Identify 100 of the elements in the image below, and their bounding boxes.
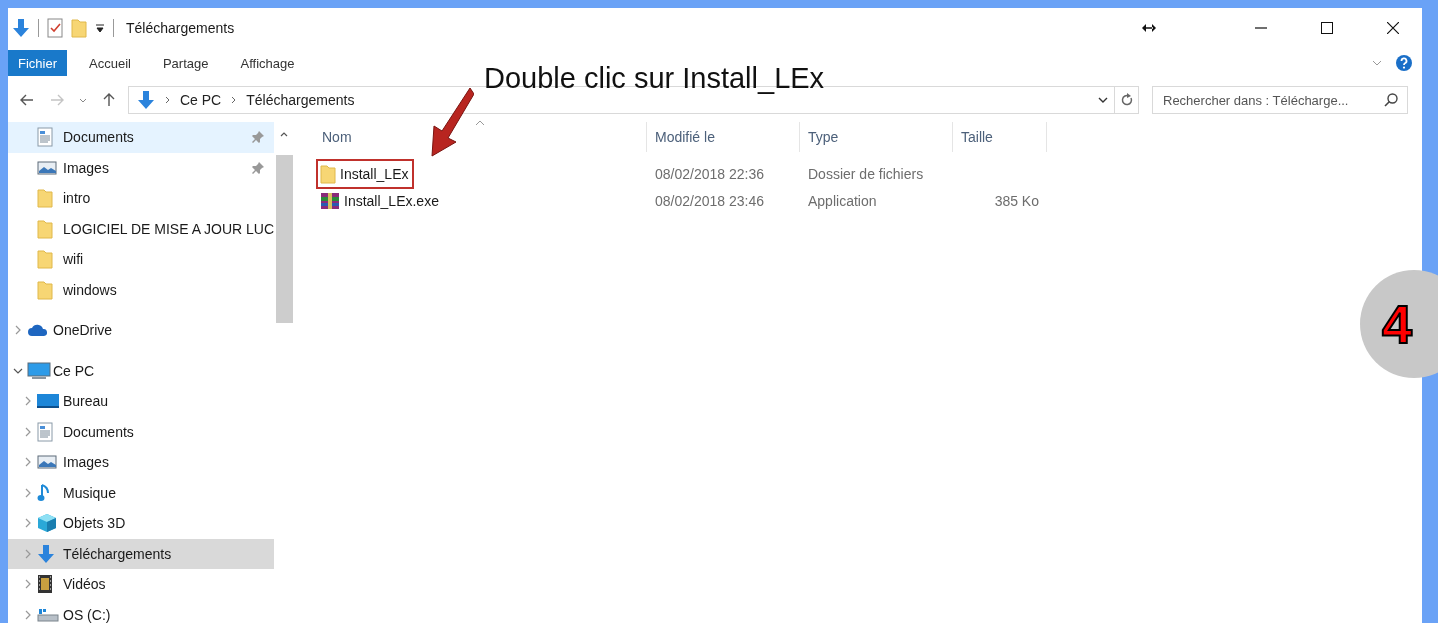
file-size: 385 Ko xyxy=(993,192,1040,209)
scrollbar-thumb[interactable] xyxy=(275,155,293,323)
folder-icon[interactable] xyxy=(71,18,87,38)
close-icon xyxy=(1387,22,1399,34)
back-arrow-icon xyxy=(20,94,34,106)
column-header[interactable]: Modifié le xyxy=(647,122,800,152)
document-icon xyxy=(37,127,53,148)
nav-item-label: Images xyxy=(63,454,109,471)
ribbon-tab[interactable]: Fichier xyxy=(8,50,67,76)
nav-item-label: Ce PC xyxy=(53,362,95,379)
nav-item[interactable]: wifi xyxy=(8,244,274,275)
step-number: 4 xyxy=(1382,293,1413,355)
nav-item[interactable]: Images xyxy=(8,152,274,183)
column-header[interactable]: Taille xyxy=(953,122,1047,152)
chevron-right-icon[interactable] xyxy=(24,457,31,468)
column-header[interactable]: Type xyxy=(800,122,953,152)
nav-item[interactable]: Bureau xyxy=(8,386,274,417)
minimize-icon xyxy=(1255,27,1267,29)
folder-icon xyxy=(37,249,53,270)
folder-icon xyxy=(37,279,53,300)
nav-item[interactable]: Images xyxy=(8,447,274,478)
download-arrow-icon xyxy=(137,90,155,110)
nav-item-label: Images xyxy=(63,159,109,176)
nav-item[interactable]: intro xyxy=(8,183,274,214)
highlighted-file-name[interactable]: Install_LEx xyxy=(316,158,415,189)
help-icon[interactable] xyxy=(1396,55,1412,71)
forward-arrow-icon xyxy=(50,94,64,106)
window-title: Téléchargements xyxy=(126,20,235,36)
refresh-icon xyxy=(1120,93,1133,107)
film-icon xyxy=(37,574,53,595)
nav-item[interactable]: OneDrive xyxy=(8,315,274,346)
properties-icon[interactable] xyxy=(47,18,63,38)
breadcrumb-item[interactable]: Téléchargements xyxy=(246,92,355,108)
nav-item-label: intro xyxy=(63,190,91,207)
resize-cursor-icon xyxy=(1142,24,1156,32)
chevron-right-icon[interactable] xyxy=(24,548,31,559)
nav-item-label: Documents xyxy=(63,129,134,146)
ribbon-tab[interactable]: Partage xyxy=(152,50,219,76)
nav-item-label: Téléchargements xyxy=(63,545,172,562)
archive-icon xyxy=(320,191,340,210)
ribbon-tab[interactable]: Accueil xyxy=(79,50,141,76)
nav-item[interactable]: windows xyxy=(8,274,274,305)
nav-item-label: OS (C:) xyxy=(63,606,111,623)
monitor-icon xyxy=(27,361,51,380)
breadcrumb-chevron-icon xyxy=(231,96,237,104)
file-type: Dossier de fichiers xyxy=(807,165,925,182)
download-arrow-icon[interactable] xyxy=(12,18,30,38)
nav-item[interactable]: Téléchargements xyxy=(8,538,274,569)
nav-item[interactable]: Musique xyxy=(8,477,274,508)
chevron-right-icon[interactable] xyxy=(24,579,31,590)
nav-item[interactable]: Documents xyxy=(8,122,274,153)
document-icon xyxy=(37,421,53,442)
scroll-up-icon[interactable] xyxy=(280,132,288,137)
nav-item-label: Objets 3D xyxy=(63,515,126,532)
chevron-down-icon xyxy=(1098,97,1108,103)
nav-item[interactable]: LOGICIEL DE MISE A JOUR LUC xyxy=(8,213,274,244)
chevron-right-icon[interactable] xyxy=(24,426,31,437)
chevron-right-icon[interactable] xyxy=(24,609,31,620)
nav-item-label: windows xyxy=(63,281,117,298)
nav-item-label: wifi xyxy=(63,251,84,268)
dropdown-icon[interactable] xyxy=(95,23,105,33)
chevron-right-icon[interactable] xyxy=(24,396,31,407)
chevron-right-icon[interactable] xyxy=(24,518,31,529)
maximize-icon xyxy=(1321,22,1333,34)
search-icon xyxy=(1384,93,1398,107)
nav-item[interactable]: Ce PC xyxy=(8,355,274,386)
nav-item[interactable]: Vidéos xyxy=(8,569,274,600)
breadcrumb-item[interactable]: Ce PC xyxy=(180,92,222,108)
nav-item[interactable]: Documents xyxy=(8,416,274,447)
desktop-icon xyxy=(37,393,59,410)
cloud-icon xyxy=(27,323,49,338)
download-arrow-icon xyxy=(37,543,55,564)
chevron-right-icon[interactable] xyxy=(14,325,21,336)
cube-icon xyxy=(37,513,57,534)
drive-icon xyxy=(37,606,59,623)
nav-item-label: Documents xyxy=(63,423,134,440)
file-name[interactable]: Install_LEx.exe xyxy=(316,186,445,215)
nav-item[interactable]: Objets 3D xyxy=(8,508,274,539)
chevron-right-icon[interactable] xyxy=(24,487,31,498)
nav-item-label: Bureau xyxy=(63,393,109,410)
search-field[interactable]: Rechercher dans : Télécharge... xyxy=(1152,86,1408,114)
chevron-down-icon[interactable] xyxy=(12,367,23,374)
folder-icon xyxy=(37,188,53,209)
nav-item-label: OneDrive xyxy=(53,322,113,339)
nav-item-label: Musique xyxy=(63,484,116,501)
modified-date: 08/02/2018 22:36 xyxy=(654,165,765,182)
picture-icon xyxy=(37,454,57,471)
up-arrow-icon xyxy=(103,93,115,107)
picture-icon xyxy=(37,159,57,176)
modified-date: 08/02/2018 23:46 xyxy=(654,192,765,209)
nav-item[interactable]: OS (C:) xyxy=(8,599,274,623)
music-note-icon xyxy=(37,482,51,503)
file-type: Application xyxy=(807,192,878,209)
folder-icon xyxy=(37,218,53,239)
pointer-arrow xyxy=(430,86,474,158)
folder-icon xyxy=(320,163,336,184)
chevron-down-icon xyxy=(79,97,87,103)
refresh-button[interactable] xyxy=(1115,86,1139,114)
ribbon-tab[interactable]: Affichage xyxy=(230,50,305,76)
nav-item-label: Vidéos xyxy=(63,576,106,593)
